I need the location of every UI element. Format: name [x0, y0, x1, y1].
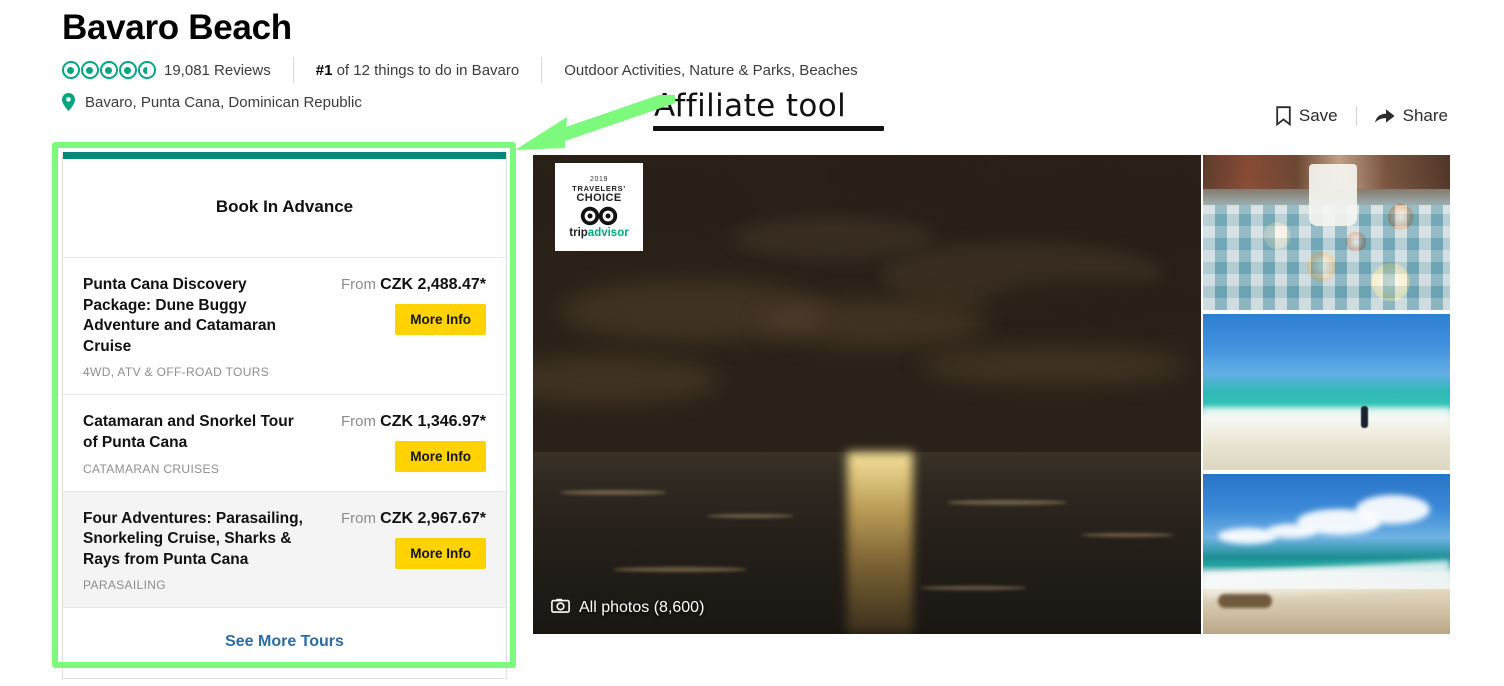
badge-year: 2019	[590, 176, 608, 184]
popularity-rank: #1 of 12 things to do in Bavaro	[316, 62, 519, 79]
share-arrow-icon	[1374, 107, 1395, 125]
rating-bubble-4	[119, 61, 137, 80]
cloud-shape	[987, 279, 1201, 323]
tour-pricing: From CZK 2,488.47* More Info	[314, 275, 486, 379]
rating-group[interactable]: 19,081 Reviews	[62, 61, 271, 80]
tour-list-item[interactable]: Catamaran and Snorkel Tour of Punta Cana…	[63, 395, 506, 492]
meta-divider-1	[292, 57, 294, 84]
meta-divider-2	[541, 57, 543, 84]
widget-title: Book In Advance	[63, 159, 506, 258]
photo-detail	[1361, 406, 1369, 429]
cloud-shape	[760, 298, 988, 347]
see-more-tours-link[interactable]: See More Tours	[225, 633, 344, 650]
widget-accent-bar	[63, 152, 506, 159]
actions-divider	[1355, 106, 1357, 126]
tour-category: CATAMARAN CRUISES	[83, 461, 220, 476]
poi-categories[interactable]: Outdoor Activities, Nature & Parks, Beac…	[564, 62, 857, 79]
tour-title[interactable]: Catamaran and Snorkel Tour of Punta Cana	[83, 412, 304, 453]
camera-icon	[551, 598, 570, 618]
tour-info: Punta Cana Discovery Package: Dune Buggy…	[83, 275, 314, 379]
annotation-label: Affiliate tool	[654, 88, 847, 124]
rank-number: #1	[315, 61, 333, 79]
share-button[interactable]: Share	[1371, 106, 1452, 126]
thumbnail-image-beach-clouds	[1203, 474, 1450, 634]
location-pin-icon	[62, 93, 75, 112]
price-amount: CZK 2,967.67*	[380, 509, 486, 527]
more-info-button[interactable]: More Info	[395, 441, 486, 473]
tour-list-item[interactable]: Punta Cana Discovery Package: Dune Buggy…	[63, 258, 506, 396]
tour-category: PARASAILING	[83, 578, 166, 593]
rating-bubble-2	[81, 61, 99, 80]
tour-price-line: From CZK 2,967.67*	[314, 510, 486, 528]
price-prefix: From	[340, 509, 376, 527]
badge-brand: tripadvisor	[569, 228, 628, 240]
photo-detail	[1267, 523, 1317, 538]
tour-pricing: From CZK 2,967.67* More Info	[314, 509, 486, 593]
cloud-shape	[920, 346, 1188, 385]
tripadvisor-owl-icon	[580, 204, 618, 226]
water-glint	[613, 566, 747, 572]
rating-bubble-5-half	[138, 61, 156, 80]
rating-bubble-3	[100, 61, 118, 80]
tour-title[interactable]: Four Adventures: Parasailing, Snorkeling…	[83, 509, 304, 571]
more-info-button[interactable]: More Info	[395, 537, 486, 569]
share-label: Share	[1402, 106, 1448, 125]
tour-info: Four Adventures: Parasailing, Snorkeling…	[83, 509, 314, 593]
all-photos-button[interactable]: All photos (8,600)	[551, 598, 704, 618]
travelers-choice-badge: 2019 TRAVELERS' CHOICE tripadvisor	[555, 163, 643, 251]
photo-detail	[1309, 164, 1358, 227]
photo-detail	[1217, 594, 1272, 609]
all-photos-label: All photos (8,600)	[579, 599, 705, 616]
sun-reflection	[846, 451, 913, 634]
price-prefix: From	[340, 413, 376, 431]
bookmark-icon	[1276, 106, 1291, 126]
tour-price-line: From CZK 2,488.47*	[314, 276, 486, 294]
save-label: Save	[1298, 106, 1338, 125]
page-root: Bavaro Beach 19,081 Reviews #1 of 12 thi…	[0, 0, 1504, 686]
tour-pricing: From CZK 1,346.97* More Info	[314, 412, 486, 475]
brand-part1: trip	[569, 227, 588, 240]
tour-info: Catamaran and Snorkel Tour of Punta Cana…	[83, 412, 314, 475]
thumbnail-image-beach-turquoise	[1203, 314, 1450, 470]
rank-suffix: of 12 things to do in Bavaro	[332, 61, 520, 79]
hero-photo[interactable]: 2019 TRAVELERS' CHOICE tripadvisor All p…	[533, 155, 1201, 634]
see-more-tours-row: See More Tours	[63, 608, 506, 678]
brand-part2: advisor	[587, 227, 629, 240]
rating-bubble-1	[62, 61, 80, 80]
page-title: Bavaro Beach	[62, 8, 292, 47]
photo-detail	[1356, 494, 1431, 524]
rating-bubbles	[62, 61, 156, 80]
badge-line2: CHOICE	[576, 192, 622, 205]
location-text[interactable]: Bavaro, Punta Cana, Dominican Republic	[85, 94, 362, 111]
cloud-shape	[733, 217, 934, 261]
page-actions: Save Share	[1272, 106, 1452, 126]
review-count[interactable]: 19,081 Reviews	[164, 62, 271, 79]
book-in-advance-widget: Book In Advance Punta Cana Discovery Pac…	[62, 152, 507, 680]
thumbnail-image-food	[1203, 155, 1450, 310]
water-glint	[947, 499, 1068, 505]
more-info-button[interactable]: More Info	[395, 304, 486, 335]
gallery-thumbnail[interactable]	[1203, 314, 1450, 470]
poi-meta-row: 19,081 Reviews #1 of 12 things to do in …	[62, 57, 1462, 84]
tour-title[interactable]: Punta Cana Discovery Package: Dune Buggy…	[83, 275, 304, 357]
price-amount: CZK 2,488.47*	[380, 276, 486, 293]
tour-price-line: From CZK 1,346.97*	[314, 413, 486, 431]
gallery-thumbnail[interactable]	[1203, 474, 1450, 634]
price-amount: CZK 1,346.97*	[380, 413, 486, 431]
tour-category: 4WD, ATV & OFF-ROAD TOURS	[83, 365, 270, 380]
gallery-thumbnail[interactable]	[1203, 155, 1450, 310]
save-button[interactable]: Save	[1272, 106, 1342, 126]
annotation-underline	[653, 126, 884, 131]
tour-list-item[interactable]: Four Adventures: Parasailing, Snorkeling…	[63, 491, 506, 609]
photo-detail	[1203, 407, 1450, 427]
price-prefix: From	[340, 276, 376, 293]
